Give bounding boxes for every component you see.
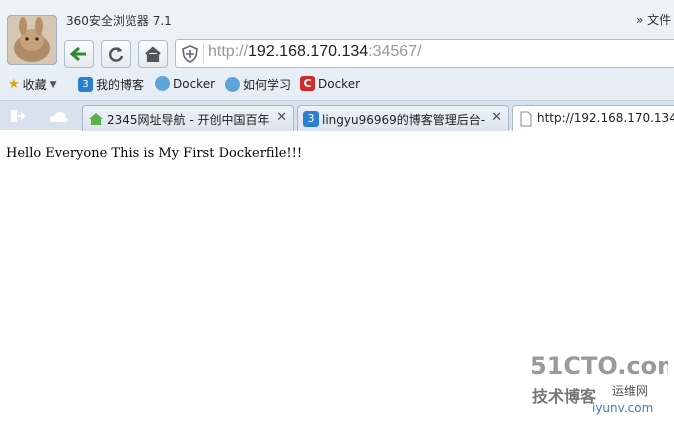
- bookmark-my-blog[interactable]: 3 我的博客: [78, 76, 144, 93]
- blog-icon: 3: [303, 111, 319, 127]
- blog-icon: 3: [78, 77, 93, 92]
- watermark-line4: iyunv.com: [592, 401, 653, 415]
- watermark-line1: 51CTO.com: [530, 352, 668, 380]
- cloud-icon: [155, 76, 170, 91]
- bookmark-favorites[interactable]: ★ 收藏 ▼: [8, 76, 57, 93]
- page-body-text: Hello Everyone This is My First Dockerfi…: [6, 146, 303, 161]
- home-icon: [145, 46, 161, 62]
- house-icon: [89, 113, 103, 125]
- back-arrow-icon: [70, 46, 86, 62]
- watermark-line2: 技术博客: [532, 387, 597, 406]
- menu-more[interactable]: » 文件: [636, 11, 671, 28]
- refresh-button[interactable]: [101, 40, 131, 68]
- shield-icon[interactable]: [180, 44, 200, 64]
- cloud-icon: [225, 77, 240, 92]
- browser-chrome: 360安全浏览器 7.1 » 文件 http://192.168.170.134…: [0, 0, 674, 131]
- close-icon[interactable]: ✕: [276, 110, 287, 125]
- user-avatar[interactable]: [7, 15, 57, 65]
- c-icon: C: [300, 76, 315, 91]
- tab-strip: 2345网址导航 - 开创中国百年 ✕ 3 lingyu96969的博客管理后台…: [0, 100, 674, 131]
- bookmark-docker-2[interactable]: C Docker: [300, 76, 360, 91]
- bookmark-how-to-learn[interactable]: 如何学习: [225, 76, 291, 93]
- bookmarks-bar: ★ 收藏 ▼ 3 我的博客 Docker 如何学习 C Docker: [0, 72, 674, 96]
- window-title: 360安全浏览器 7.1: [66, 14, 172, 28]
- close-icon[interactable]: ✕: [491, 110, 502, 125]
- tab-current-page[interactable]: http://192.168.170.134:3: [512, 105, 674, 131]
- bookmark-docker-1[interactable]: Docker: [155, 76, 215, 91]
- back-button[interactable]: [64, 40, 94, 68]
- address-separator: [203, 43, 204, 64]
- page-icon: [520, 111, 532, 127]
- star-icon: ★: [8, 77, 20, 92]
- address-bar[interactable]: http://192.168.170.134:34567/: [175, 39, 674, 68]
- home-button[interactable]: [138, 40, 168, 68]
- tab-2345[interactable]: 2345网址导航 - 开创中国百年 ✕: [82, 105, 294, 131]
- watermark-line3: 运维网: [612, 384, 648, 398]
- refresh-icon: [108, 47, 124, 62]
- sidebar-toggle-icon[interactable]: [10, 108, 28, 124]
- url-text[interactable]: http://192.168.170.134:34567/: [208, 43, 422, 61]
- tab-blog-admin[interactable]: 3 lingyu96969的博客管理后台- ✕: [297, 105, 509, 131]
- cloud-sync-icon[interactable]: [48, 108, 70, 124]
- watermark-logo: 51CTO.com 技术博客 运维网 iyunv.com: [530, 352, 668, 415]
